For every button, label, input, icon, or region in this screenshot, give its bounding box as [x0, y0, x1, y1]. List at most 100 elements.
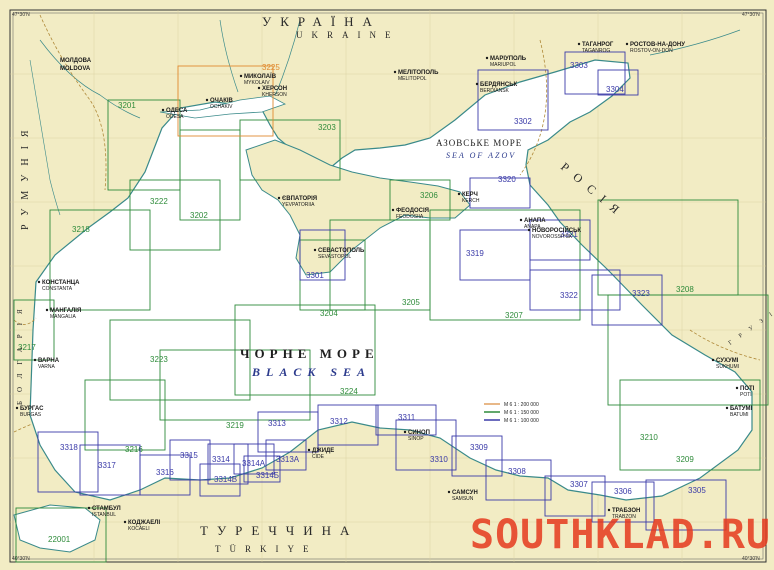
chart-3307-number[interactable]: 3307	[570, 480, 588, 489]
city-name-latin: SAMSUN	[452, 496, 474, 502]
prut-river	[29, 59, 61, 216]
city-name-latin: NOVOROSSIYSK	[532, 234, 573, 240]
city-dot	[475, 82, 479, 86]
sea-of-marmara	[13, 504, 101, 553]
label-romania-ua: РУМУНІЯ	[20, 121, 31, 230]
city-name-latin: MARIUPOL	[490, 62, 516, 68]
chart-3313-number[interactable]: 3313	[268, 419, 286, 428]
label-moldova-ua: МОЛДОВА	[60, 58, 92, 64]
chart-3209-number[interactable]: 3209	[676, 455, 694, 464]
city-dot	[37, 280, 41, 284]
chart-3314A-number[interactable]: 3314A	[242, 459, 266, 468]
label-bulgaria-ua: БОЛГАРІЯ	[16, 300, 24, 405]
chart-3320-number[interactable]: 3320	[498, 175, 516, 184]
city-dot	[239, 74, 243, 78]
chart-22001-number[interactable]: 22001	[48, 535, 71, 544]
label-black-sea-en: BLACK SEA	[251, 365, 371, 379]
city-name-latin: ODESA	[166, 114, 184, 120]
chart-3318-number[interactable]: 3318	[60, 443, 78, 452]
label-ukraine-ua: УКРАЇНА	[262, 14, 381, 29]
legend-label: M 6 1 : 150 000	[504, 410, 539, 416]
chart-3201-number[interactable]: 3201	[118, 101, 136, 110]
city-dot	[447, 490, 451, 494]
city-dot	[485, 56, 489, 60]
city-name-latin: ANAPA	[524, 224, 541, 230]
chart-3216-number[interactable]: 3216	[125, 445, 143, 454]
city-dot	[393, 70, 397, 74]
chart-3301-number[interactable]: 3301	[306, 271, 324, 280]
chart-3316-number[interactable]: 3316	[156, 468, 174, 477]
city-name-latin: BERDIANSK	[480, 88, 510, 94]
chart-3203-number[interactable]: 3203	[318, 123, 336, 132]
city-name-latin: VARNA	[38, 364, 56, 370]
chart-3308-number[interactable]: 3308	[508, 467, 526, 476]
chart-3302-number[interactable]: 3302	[514, 117, 532, 126]
chart-3306-number[interactable]: 3306	[614, 487, 632, 496]
city-name-latin: CONSTANTA	[42, 286, 73, 292]
label-moldova-en: MOLDOVA	[60, 66, 91, 72]
chart-3310-number[interactable]: 3310	[430, 455, 448, 464]
chart-3224-number[interactable]: 3224	[340, 387, 358, 396]
chart-3311-number[interactable]: 3311	[398, 413, 416, 422]
city-dot	[457, 192, 461, 196]
chart-3205-number[interactable]: 3205	[402, 298, 420, 307]
chart-3322-number[interactable]: 3322	[560, 291, 578, 300]
city-name-latin: SEVASTOPOL	[318, 254, 351, 260]
city-dot	[625, 42, 629, 46]
label-russia-ua: РОСІЯ	[558, 160, 629, 223]
chart-3317-number[interactable]: 3317	[98, 461, 116, 470]
coord-bottom-left: 40°30'N	[12, 556, 30, 562]
chart-3309-number[interactable]: 3309	[470, 443, 488, 452]
coord-top-right: 47°30'N	[742, 12, 760, 18]
label-ukraine-en: UKRAINE	[296, 30, 400, 40]
city-dot	[87, 506, 91, 510]
coord-top-left: 47°30'N	[12, 12, 30, 18]
city-name-latin: CIDE	[312, 454, 325, 460]
city-name-latin: ROSTOV-ON-DON	[630, 48, 673, 54]
city-dot	[725, 406, 729, 410]
chart-3210-number[interactable]: 3210	[640, 433, 658, 442]
border-ukraine-moldova	[39, 14, 107, 191]
city-dot	[313, 248, 317, 252]
chart-3319-number[interactable]: 3319	[466, 249, 484, 258]
chart-3225-number[interactable]: 3225	[262, 63, 280, 72]
city-name-latin: KERCH	[462, 198, 480, 204]
chart-3314В-number[interactable]: 3314В	[214, 475, 237, 484]
label-turkey-ua: ТУРЕЧЧИНА	[200, 523, 358, 538]
chart-3314Б-number[interactable]: 3314Б	[256, 471, 279, 480]
chart-3222-number[interactable]: 3222	[150, 197, 168, 206]
chart-3207-number[interactable]: 3207	[505, 311, 523, 320]
chart-3219-number[interactable]: 3219	[226, 421, 244, 430]
city-dot	[403, 430, 407, 434]
city-name-latin: SINOP	[408, 436, 424, 442]
chart-3315-number[interactable]: 3315	[180, 451, 198, 460]
city-name-latin: POTI	[740, 392, 752, 398]
city-name-latin: FEODOSIIA	[396, 214, 424, 220]
city-dot	[123, 520, 127, 524]
city-dot	[391, 208, 395, 212]
chart-3206-number[interactable]: 3206	[420, 191, 438, 200]
city-dot	[33, 358, 37, 362]
chart-3314-number[interactable]: 3314	[212, 455, 230, 464]
chart-3208-number[interactable]: 3208	[676, 285, 694, 294]
chart-3304-number[interactable]: 3304	[606, 85, 624, 94]
chart-3312-number[interactable]: 3312	[330, 417, 348, 426]
city-dot	[711, 358, 715, 362]
boh-river	[219, 19, 239, 93]
legend-label: M 6 1 : 100 000	[504, 418, 539, 424]
chart-3218-number[interactable]: 3218	[72, 225, 90, 234]
chart-3303-number[interactable]: 3303	[570, 61, 588, 70]
city-dot	[735, 386, 739, 390]
city-name-latin: BATUMI	[730, 412, 749, 418]
chart-3202-number[interactable]: 3202	[190, 211, 208, 220]
chart-3323-number[interactable]: 3323	[632, 289, 650, 298]
city-name-latin: YEVPATORIIA	[282, 202, 315, 208]
chart-3305-number[interactable]: 3305	[688, 486, 706, 495]
chart-3223-number[interactable]: 3223	[150, 355, 168, 364]
city-name-latin: SUKHUMI	[716, 364, 739, 370]
city-dot	[307, 448, 311, 452]
city-name-latin: KOCAELI	[128, 526, 150, 532]
watermark: SOUTHKLAD.RU	[470, 512, 770, 558]
city-name: МИКОЛАЇВ	[244, 73, 277, 80]
city-name-latin: MELITOPOL	[398, 76, 427, 82]
